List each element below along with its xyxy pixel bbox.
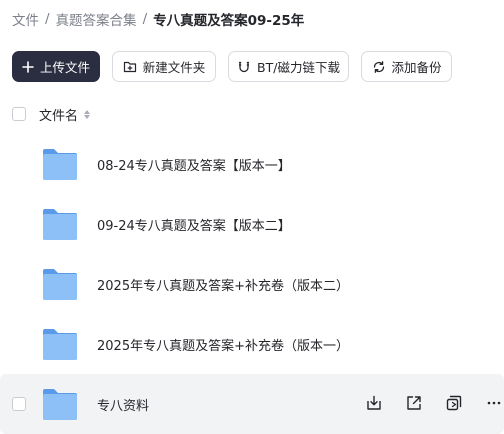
breadcrumb-item-current: 专八真题及答案09-25年	[153, 13, 305, 29]
folder-name[interactable]: 2025年专八真题及答案+补充卷（版本一）	[97, 335, 349, 354]
bt-magnet-download-button[interactable]: BT/磁力链下载	[228, 51, 349, 82]
copy-icon[interactable]	[444, 393, 464, 413]
folder-name[interactable]: 08-24专八真题及答案【版本一】	[97, 155, 291, 174]
folder-icon	[43, 269, 77, 300]
folder-name[interactable]: 专八资料	[97, 395, 149, 414]
folder-icon	[43, 149, 77, 180]
row-actions	[364, 393, 504, 413]
more-icon[interactable]	[484, 393, 504, 413]
add-backup-button-label: 添加备份	[391, 60, 442, 75]
new-folder-button[interactable]: 新建文件夹	[112, 51, 216, 82]
file-list: 08-24专八真题及答案【版本一】 09-24专八真题及答案【版本二】 2025…	[0, 134, 504, 434]
folder-icon	[43, 329, 77, 360]
sort-icon[interactable]	[84, 110, 91, 119]
list-item[interactable]: 2025年专八真题及答案+补充卷（版本一）	[0, 314, 504, 374]
magnet-icon	[239, 61, 250, 72]
add-backup-button[interactable]: 添加备份	[361, 51, 452, 82]
breadcrumb-separator: /	[45, 11, 50, 27]
file-list-header: 文件名	[0, 102, 504, 126]
folder-name[interactable]: 2025年专八真题及答案+补充卷（版本二）	[97, 275, 349, 294]
row-checkbox[interactable]	[12, 397, 26, 411]
new-folder-button-label: 新建文件夹	[142, 60, 206, 75]
folder-icon	[43, 209, 77, 240]
list-item[interactable]: 专八资料	[0, 374, 504, 434]
folder-name[interactable]: 09-24专八真题及答案【版本二】	[97, 215, 291, 234]
refresh-icon	[373, 60, 384, 73]
filename-column-header[interactable]: 文件名	[39, 105, 91, 124]
share-icon[interactable]	[404, 393, 424, 413]
filename-column-label: 文件名	[39, 109, 79, 124]
breadcrumb-item-files[interactable]: 文件	[12, 9, 39, 29]
folder-icon	[43, 389, 77, 420]
list-item[interactable]: 2025年专八真题及答案+补充卷（版本二）	[0, 254, 504, 314]
breadcrumb: 文件 / 真题答案合集 / 专八真题及答案09-25年	[12, 9, 304, 29]
download-icon[interactable]	[364, 393, 384, 413]
list-item[interactable]: 08-24专八真题及答案【版本一】	[0, 134, 504, 194]
select-all-checkbox[interactable]	[12, 107, 26, 121]
breadcrumb-item-collection[interactable]: 真题答案合集	[56, 9, 137, 29]
breadcrumb-separator: /	[142, 11, 148, 27]
toolbar: 上传文件 新建文件夹 BT/磁力链下载 添加备份	[12, 51, 452, 82]
upload-button[interactable]: 上传文件	[12, 51, 100, 82]
plus-icon	[22, 60, 34, 73]
upload-button-label: 上传文件	[40, 60, 91, 75]
new-folder-icon	[123, 61, 136, 73]
list-item[interactable]: 09-24专八真题及答案【版本二】	[0, 194, 504, 254]
bt-magnet-download-button-label: BT/磁力链下载	[257, 60, 340, 75]
